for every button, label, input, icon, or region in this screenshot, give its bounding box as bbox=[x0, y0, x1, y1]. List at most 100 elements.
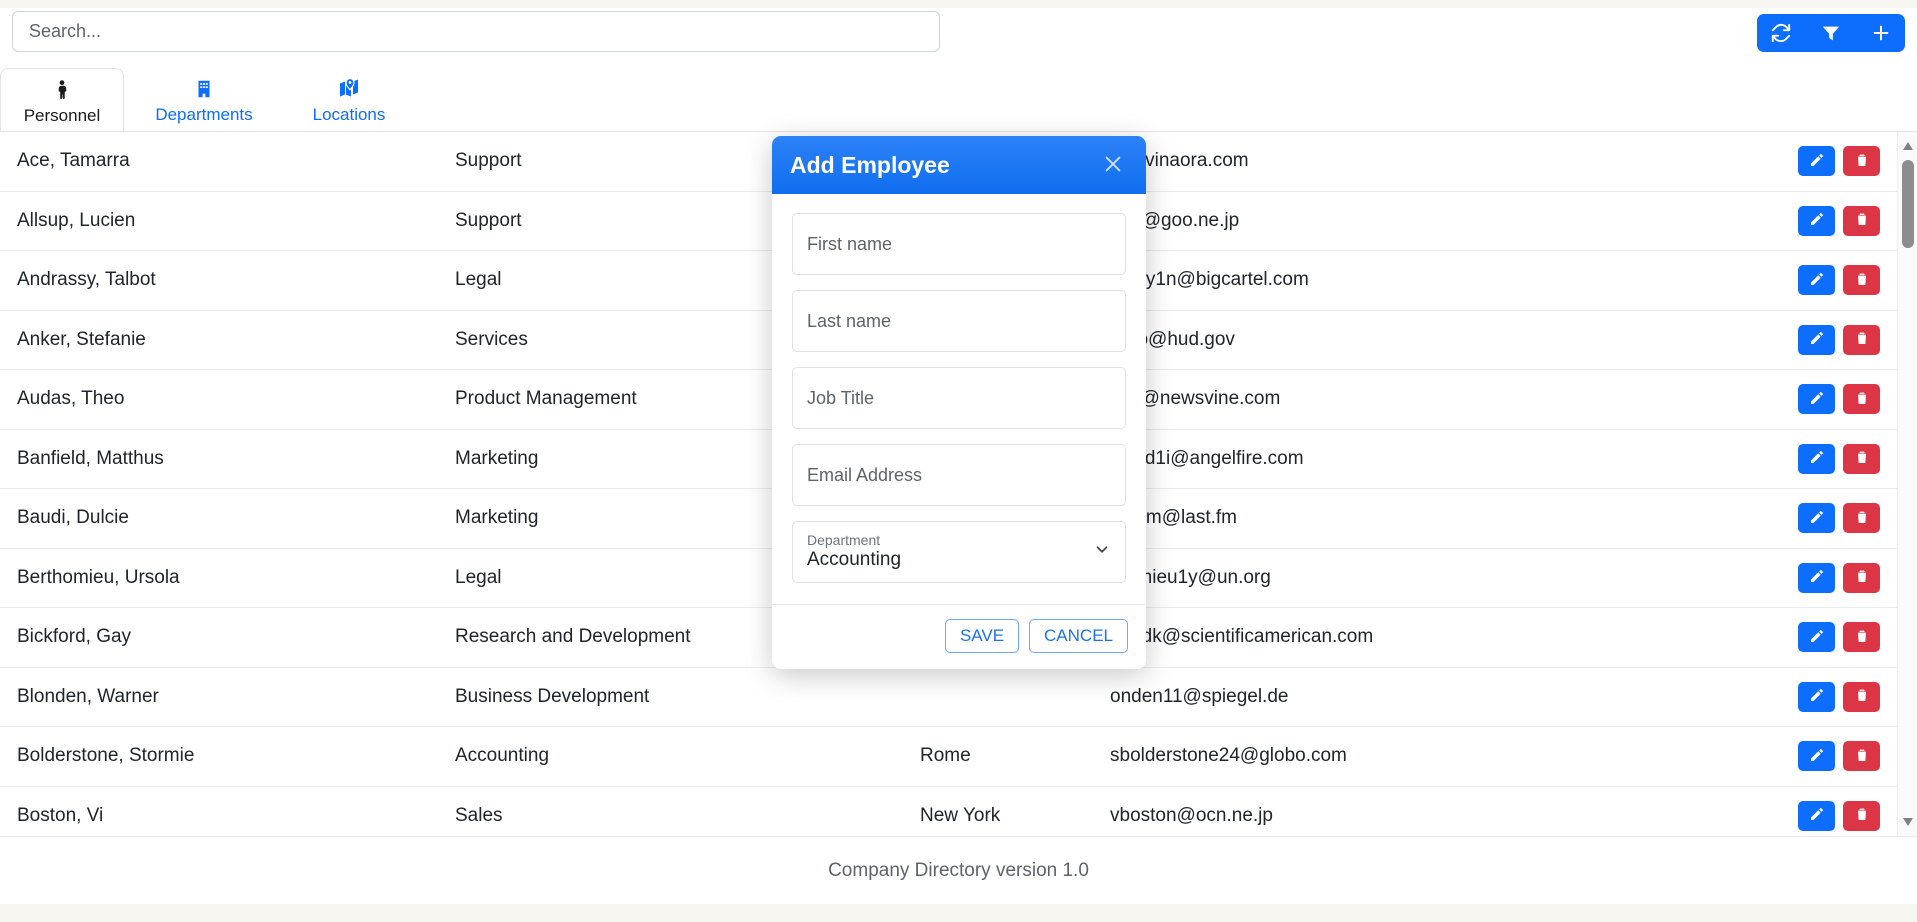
cell-name: Baudi, Dulcie bbox=[17, 507, 129, 529]
trash-icon bbox=[1854, 747, 1870, 766]
first-name-field[interactable]: First name bbox=[792, 213, 1126, 275]
edit-button[interactable] bbox=[1798, 682, 1835, 712]
cell-department: Legal bbox=[455, 567, 502, 589]
trash-icon bbox=[1854, 211, 1870, 230]
filter-button[interactable] bbox=[1817, 19, 1845, 47]
tab-personnel-label: Personnel bbox=[24, 107, 101, 124]
pencil-icon bbox=[1809, 509, 1825, 528]
trash-icon bbox=[1854, 806, 1870, 825]
top-background-strip bbox=[0, 0, 1917, 8]
edit-button[interactable] bbox=[1798, 206, 1835, 236]
table-row[interactable]: Blonden, Warner Business Development ond… bbox=[0, 668, 1917, 728]
pencil-icon bbox=[1809, 568, 1825, 587]
scroll-down-arrow-icon[interactable] bbox=[1898, 812, 1917, 832]
cell-department: Sales bbox=[455, 805, 503, 827]
delete-button[interactable] bbox=[1843, 206, 1880, 236]
trash-icon bbox=[1854, 568, 1870, 587]
save-button[interactable]: SAVE bbox=[945, 619, 1019, 653]
delete-button[interactable] bbox=[1843, 444, 1880, 474]
delete-button[interactable] bbox=[1843, 682, 1880, 712]
delete-button[interactable] bbox=[1843, 741, 1880, 771]
chevron-down-icon bbox=[1093, 541, 1111, 564]
edit-button[interactable] bbox=[1798, 503, 1835, 533]
delete-button[interactable] bbox=[1843, 384, 1880, 414]
delete-button[interactable] bbox=[1843, 622, 1880, 652]
scrollbar-thumb[interactable] bbox=[1902, 160, 1914, 248]
delete-button[interactable] bbox=[1843, 563, 1880, 593]
cell-department: Product Management bbox=[455, 388, 637, 410]
department-value: Accounting bbox=[807, 550, 901, 571]
filter-icon bbox=[1820, 22, 1842, 44]
row-actions bbox=[1798, 801, 1880, 831]
tab-departments[interactable]: Departments bbox=[124, 68, 284, 132]
bottom-background-strip bbox=[0, 904, 1917, 922]
cell-name: Allsup, Lucien bbox=[17, 210, 135, 232]
refresh-button[interactable] bbox=[1767, 19, 1795, 47]
pencil-icon bbox=[1809, 152, 1825, 171]
delete-button[interactable] bbox=[1843, 325, 1880, 355]
last-name-placeholder: Last name bbox=[807, 311, 891, 332]
edit-button[interactable] bbox=[1798, 265, 1835, 295]
plus-icon bbox=[1870, 22, 1892, 44]
trash-icon bbox=[1854, 628, 1870, 647]
department-select[interactable]: Department Accounting bbox=[792, 521, 1126, 583]
pencil-icon bbox=[1809, 687, 1825, 706]
job-title-placeholder: Job Title bbox=[807, 388, 874, 409]
trash-icon bbox=[1854, 152, 1870, 171]
department-label: Department bbox=[807, 533, 880, 548]
pencil-icon bbox=[1809, 628, 1825, 647]
row-actions bbox=[1798, 622, 1880, 652]
tab-locations[interactable]: Locations bbox=[284, 68, 414, 132]
trash-icon bbox=[1854, 330, 1870, 349]
pencil-icon bbox=[1809, 390, 1825, 409]
cell-department: Support bbox=[455, 210, 522, 232]
pencil-icon bbox=[1809, 747, 1825, 766]
scroll-up-arrow-icon[interactable] bbox=[1898, 136, 1917, 156]
cell-email: sbolderstone24@globo.com bbox=[1110, 745, 1347, 767]
table-row[interactable]: Boston, Vi Sales New York vboston@ocn.ne… bbox=[0, 787, 1917, 837]
cell-name: Boston, Vi bbox=[17, 805, 103, 827]
row-actions bbox=[1798, 444, 1880, 474]
page-footer: Company Directory version 1.0 bbox=[0, 836, 1917, 904]
row-actions bbox=[1798, 265, 1880, 295]
building-icon bbox=[193, 77, 215, 101]
pencil-icon bbox=[1809, 271, 1825, 290]
cell-name: Blonden, Warner bbox=[17, 686, 159, 708]
tab-personnel[interactable]: Personnel bbox=[0, 68, 124, 132]
row-actions bbox=[1798, 325, 1880, 355]
job-title-field[interactable]: Job Title bbox=[792, 367, 1126, 429]
cell-name: Audas, Theo bbox=[17, 388, 124, 410]
cell-name: Bolderstone, Stormie bbox=[17, 745, 194, 767]
row-actions bbox=[1798, 741, 1880, 771]
edit-button[interactable] bbox=[1798, 146, 1835, 176]
edit-button[interactable] bbox=[1798, 741, 1835, 771]
row-actions bbox=[1798, 384, 1880, 414]
edit-button[interactable] bbox=[1798, 325, 1835, 355]
delete-button[interactable] bbox=[1843, 146, 1880, 176]
edit-button[interactable] bbox=[1798, 801, 1835, 831]
map-pin-icon bbox=[337, 77, 361, 101]
table-row[interactable]: Bolderstone, Stormie Accounting Rome sbo… bbox=[0, 727, 1917, 787]
edit-button[interactable] bbox=[1798, 622, 1835, 652]
close-button[interactable] bbox=[1098, 150, 1128, 180]
row-actions bbox=[1798, 682, 1880, 712]
table-scrollbar[interactable] bbox=[1897, 132, 1917, 836]
first-name-placeholder: First name bbox=[807, 234, 892, 255]
pencil-icon bbox=[1809, 330, 1825, 349]
cell-city: New York bbox=[920, 805, 1000, 827]
last-name-field[interactable]: Last name bbox=[792, 290, 1126, 352]
edit-button[interactable] bbox=[1798, 563, 1835, 593]
row-actions bbox=[1798, 146, 1880, 176]
trash-icon bbox=[1854, 509, 1870, 528]
cancel-button[interactable]: CANCEL bbox=[1029, 619, 1128, 653]
edit-button[interactable] bbox=[1798, 444, 1835, 474]
delete-button[interactable] bbox=[1843, 265, 1880, 295]
search-input[interactable] bbox=[12, 11, 940, 52]
email-field[interactable]: Email Address bbox=[792, 444, 1126, 506]
cell-name: Bickford, Gay bbox=[17, 626, 131, 648]
delete-button[interactable] bbox=[1843, 801, 1880, 831]
edit-button[interactable] bbox=[1798, 384, 1835, 414]
person-icon bbox=[51, 78, 73, 102]
add-button[interactable] bbox=[1867, 19, 1895, 47]
delete-button[interactable] bbox=[1843, 503, 1880, 533]
